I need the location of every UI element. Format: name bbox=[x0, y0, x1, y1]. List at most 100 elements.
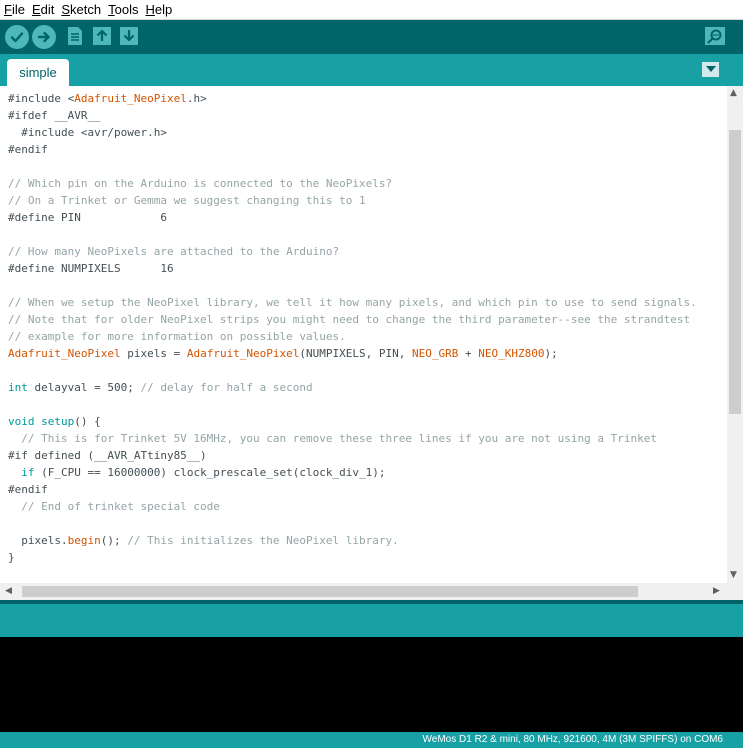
code-line[interactable]: // On a Trinket or Gemma we suggest chan… bbox=[8, 192, 697, 209]
code-token: #if defined (__AVR_ATtiny85__) bbox=[8, 449, 207, 462]
new-button[interactable] bbox=[64, 25, 86, 47]
code-token: NEO_KHZ800 bbox=[478, 347, 545, 360]
code-line[interactable]: pixels.begin(); // This initializes the … bbox=[8, 532, 697, 549]
code-token: ); bbox=[544, 347, 558, 360]
scroll-up-icon[interactable]: ▲ bbox=[730, 88, 737, 98]
code-line[interactable]: // This is for Trinket 5V 16MHz, you can… bbox=[8, 430, 697, 447]
code-token: Adafruit_NeoPixel bbox=[8, 347, 121, 360]
code-token: Adafruit_NeoPixel bbox=[74, 92, 187, 105]
code-token: void bbox=[8, 415, 35, 428]
code-line[interactable]: #if defined (__AVR_ATtiny85__) bbox=[8, 447, 697, 464]
save-icon bbox=[120, 27, 138, 45]
code-token: // delay for half a second bbox=[140, 381, 313, 394]
code-line[interactable]: #include <Adafruit_NeoPixel.h> bbox=[8, 90, 697, 107]
code-token: // How many NeoPixels are attached to th… bbox=[8, 245, 340, 258]
code-line[interactable]: Adafruit_NeoPixel pixels = Adafruit_NeoP… bbox=[8, 345, 697, 362]
code-token: // Note that for older NeoPixel strips y… bbox=[8, 313, 691, 326]
menu-file[interactable]: File bbox=[0, 0, 28, 19]
verify-icon bbox=[10, 32, 24, 43]
code-token: (NUMPIXELS, PIN, bbox=[299, 347, 413, 360]
code-token: pixels. bbox=[8, 534, 68, 547]
code-line[interactable]: #include <avr/power.h> bbox=[8, 124, 697, 141]
serial-monitor-icon bbox=[705, 27, 725, 45]
status-bar bbox=[0, 604, 743, 637]
horizontal-scrollbar[interactable]: ◀ ▶ bbox=[0, 583, 727, 600]
code-text[interactable]: #include <Adafruit_NeoPixel.h> #ifdef __A… bbox=[8, 90, 697, 566]
code-token: Adafruit_NeoPixel bbox=[186, 347, 300, 360]
menu-edit[interactable]: Edit bbox=[28, 0, 57, 19]
scroll-down-icon[interactable]: ▼ bbox=[730, 570, 737, 580]
code-line[interactable] bbox=[8, 362, 697, 379]
board-info-text: WeMos D1 R2 & mini, 80 MHz, 921600, 4M (… bbox=[422, 734, 723, 745]
code-line[interactable]: // example for more information on possi… bbox=[8, 328, 697, 345]
code-line[interactable]: // How many NeoPixels are attached to th… bbox=[8, 243, 697, 260]
horizontal-scroll-thumb[interactable] bbox=[22, 586, 638, 597]
code-token: (F_CPU == 16000000) clock_prescale_set(c… bbox=[34, 466, 386, 479]
menu-tools[interactable]: Tools bbox=[104, 0, 141, 19]
code-token: #endif bbox=[8, 483, 48, 496]
code-line[interactable]: #endif bbox=[8, 141, 697, 158]
vertical-scrollbar[interactable]: ▲ ▼ bbox=[727, 86, 743, 583]
verify-button[interactable] bbox=[5, 25, 29, 49]
code-line[interactable]: } bbox=[8, 549, 697, 566]
code-line[interactable]: #define PIN 6 bbox=[8, 209, 697, 226]
menu-help[interactable]: Help bbox=[141, 0, 175, 19]
code-token: (); bbox=[100, 534, 128, 547]
code-token: if bbox=[21, 466, 35, 479]
code-line[interactable]: int delayval = 500; // delay for half a … bbox=[8, 379, 697, 396]
menu-bar: File Edit Sketch Tools Help bbox=[0, 0, 743, 20]
code-line[interactable] bbox=[8, 396, 697, 413]
code-token: NEO_GRB bbox=[412, 347, 459, 360]
code-token: // End of trinket special code bbox=[8, 500, 220, 513]
code-token: #include <avr/power.h> bbox=[8, 126, 167, 139]
open-button[interactable] bbox=[91, 25, 113, 47]
code-line[interactable]: #ifdef __AVR__ bbox=[8, 107, 697, 124]
console-output bbox=[0, 637, 743, 732]
code-token: // This initializes the NeoPixel library… bbox=[127, 534, 399, 547]
code-token: // Which pin on the Arduino is connected… bbox=[8, 177, 393, 190]
code-line[interactable]: // Note that for older NeoPixel strips y… bbox=[8, 311, 697, 328]
code-editor[interactable]: #include <Adafruit_NeoPixel.h> #ifdef __A… bbox=[0, 86, 727, 583]
scroll-right-icon[interactable]: ▶ bbox=[713, 586, 720, 596]
tab-menu-button[interactable] bbox=[702, 62, 719, 77]
tab-bar: simple bbox=[0, 54, 743, 86]
code-token: #endif bbox=[8, 143, 48, 156]
code-line[interactable] bbox=[8, 277, 697, 294]
scroll-left-icon[interactable]: ◀ bbox=[5, 586, 12, 596]
code-token: } bbox=[8, 551, 15, 564]
code-line[interactable]: // End of trinket special code bbox=[8, 498, 697, 515]
code-token: #define NUMPIXELS 16 bbox=[8, 262, 174, 275]
chevron-down-icon bbox=[705, 66, 716, 72]
vertical-scroll-thumb[interactable] bbox=[729, 130, 741, 414]
code-token: pixels = bbox=[120, 347, 187, 360]
code-line[interactable]: #define NUMPIXELS 16 bbox=[8, 260, 697, 277]
code-line[interactable] bbox=[8, 158, 697, 175]
code-token: + bbox=[458, 347, 479, 360]
tab-simple[interactable]: simple bbox=[7, 59, 69, 86]
save-button[interactable] bbox=[118, 25, 140, 47]
code-token: int bbox=[8, 381, 28, 394]
code-token: .h> bbox=[186, 92, 207, 105]
code-line[interactable] bbox=[8, 226, 697, 243]
code-line[interactable]: void setup() { bbox=[8, 413, 697, 430]
scroll-corner bbox=[727, 583, 743, 600]
code-token: #ifdef __AVR__ bbox=[8, 109, 101, 122]
code-token: setup bbox=[41, 415, 75, 428]
new-icon bbox=[68, 27, 82, 45]
serial-monitor-button[interactable] bbox=[704, 25, 726, 47]
menu-sketch[interactable]: Sketch bbox=[57, 0, 104, 19]
code-line[interactable]: if (F_CPU == 16000000) clock_prescale_se… bbox=[8, 464, 697, 481]
code-line[interactable]: #endif bbox=[8, 481, 697, 498]
board-info-bar: WeMos D1 R2 & mini, 80 MHz, 921600, 4M (… bbox=[0, 732, 743, 748]
code-token: () { bbox=[74, 415, 101, 428]
code-line[interactable]: // When we setup the NeoPixel library, w… bbox=[8, 294, 697, 311]
toolbar bbox=[0, 20, 743, 54]
code-token: begin bbox=[67, 534, 101, 547]
code-line[interactable]: // Which pin on the Arduino is connected… bbox=[8, 175, 697, 192]
code-token: // example for more information on possi… bbox=[8, 330, 346, 343]
upload-button[interactable] bbox=[32, 25, 56, 49]
code-line[interactable] bbox=[8, 515, 697, 532]
code-token: // When we setup the NeoPixel library, w… bbox=[8, 296, 697, 309]
code-token: #define PIN 6 bbox=[8, 211, 167, 224]
